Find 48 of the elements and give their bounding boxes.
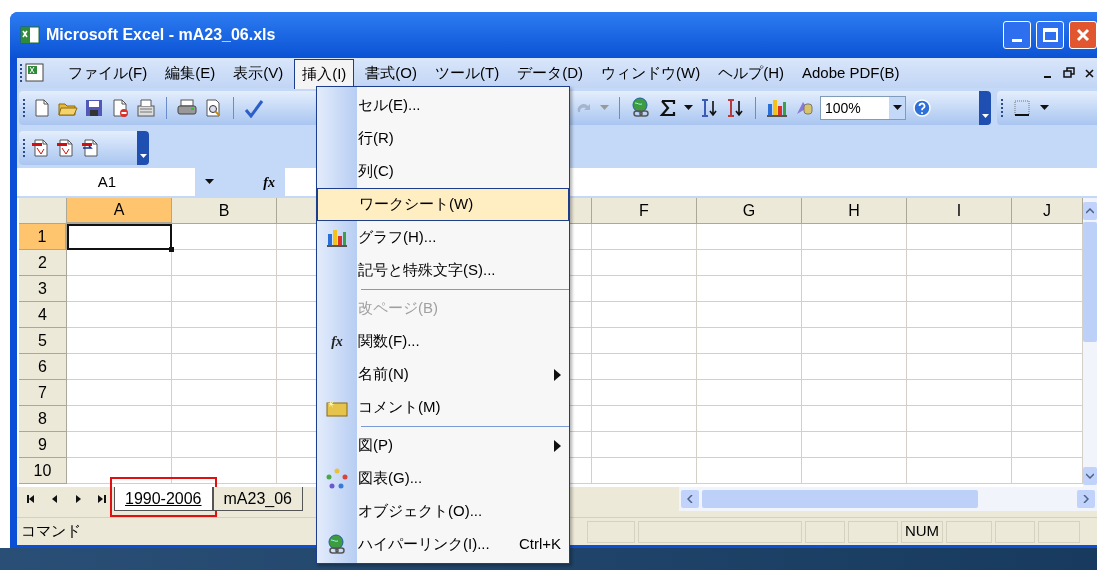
row-header[interactable]: 2 [19,250,67,276]
menu-item[interactable]: ウィンドウ(W) [593,58,709,88]
column-header[interactable]: G [697,198,802,224]
sheet-tab[interactable]: mA23_06 [212,487,303,511]
column-header[interactable]: I [907,198,1012,224]
menu-item[interactable]: 表示(V) [225,58,292,88]
row-header[interactable]: 9 [19,432,67,458]
menu-option[interactable]: グラフ(H)... [357,221,569,254]
sheet-tab[interactable]: 1990-2006 [114,487,213,511]
window-title: Microsoft Excel - mA23_06.xls [46,25,277,45]
menu-item[interactable]: 挿入(I) [294,59,355,89]
row-header[interactable]: 1 [19,224,67,250]
num-lock-indicator: NUM [901,520,943,543]
column-header[interactable]: A [67,198,172,224]
menu-option[interactable]: 図(P) [357,429,569,462]
menu-item[interactable]: データ(D) [509,58,591,88]
menu-item[interactable]: 編集(E) [157,58,224,88]
menu-option[interactable]: 図表(G)... [357,462,569,495]
row-header[interactable]: 6 [19,354,67,380]
row-header[interactable]: 7 [19,380,67,406]
menu-option[interactable]: オブジェクト(O)... [357,495,569,528]
column-header[interactable]: F [592,198,697,224]
menu-option[interactable]: コメント(M) [357,391,569,424]
menu-item[interactable]: ツール(T) [427,58,508,88]
column-header[interactable]: H [802,198,907,224]
menu-option[interactable]: セル(E)... [357,89,569,122]
row-header[interactable]: 8 [19,406,67,432]
row-header[interactable]: 10 [19,458,67,484]
row-header[interactable]: 3 [19,276,67,302]
menu-option[interactable]: 関数(F)... [357,325,569,358]
menu-item[interactable]: ファイル(F) [60,58,156,88]
zoom-field[interactable]: 100% [820,96,906,120]
column-header[interactable]: J [1012,198,1083,224]
status-mode: コマンド [21,521,82,542]
menu-option[interactable]: 名前(N) [357,358,569,391]
insert-function-button[interactable]: fx [263,171,275,193]
menu-option[interactable]: ワークシート(W) [317,188,569,221]
function-icon: fx [331,331,343,352]
menu-item[interactable]: ヘルプ(H) [710,58,792,88]
menu-item[interactable]: Adobe PDF(B) [793,58,908,88]
menu-item[interactable]: 書式(O) [357,58,425,88]
menu-option[interactable]: 行(R) [357,122,569,155]
row-header[interactable]: 5 [19,328,67,354]
menu-option[interactable]: 列(C) [357,155,569,188]
column-header[interactable]: B [172,198,277,224]
row-header[interactable]: 4 [19,302,67,328]
menu-option[interactable]: ハイパーリンク(I)... Ctrl+K [357,528,569,561]
menu-option[interactable]: 記号と特殊文字(S)... [357,254,569,287]
